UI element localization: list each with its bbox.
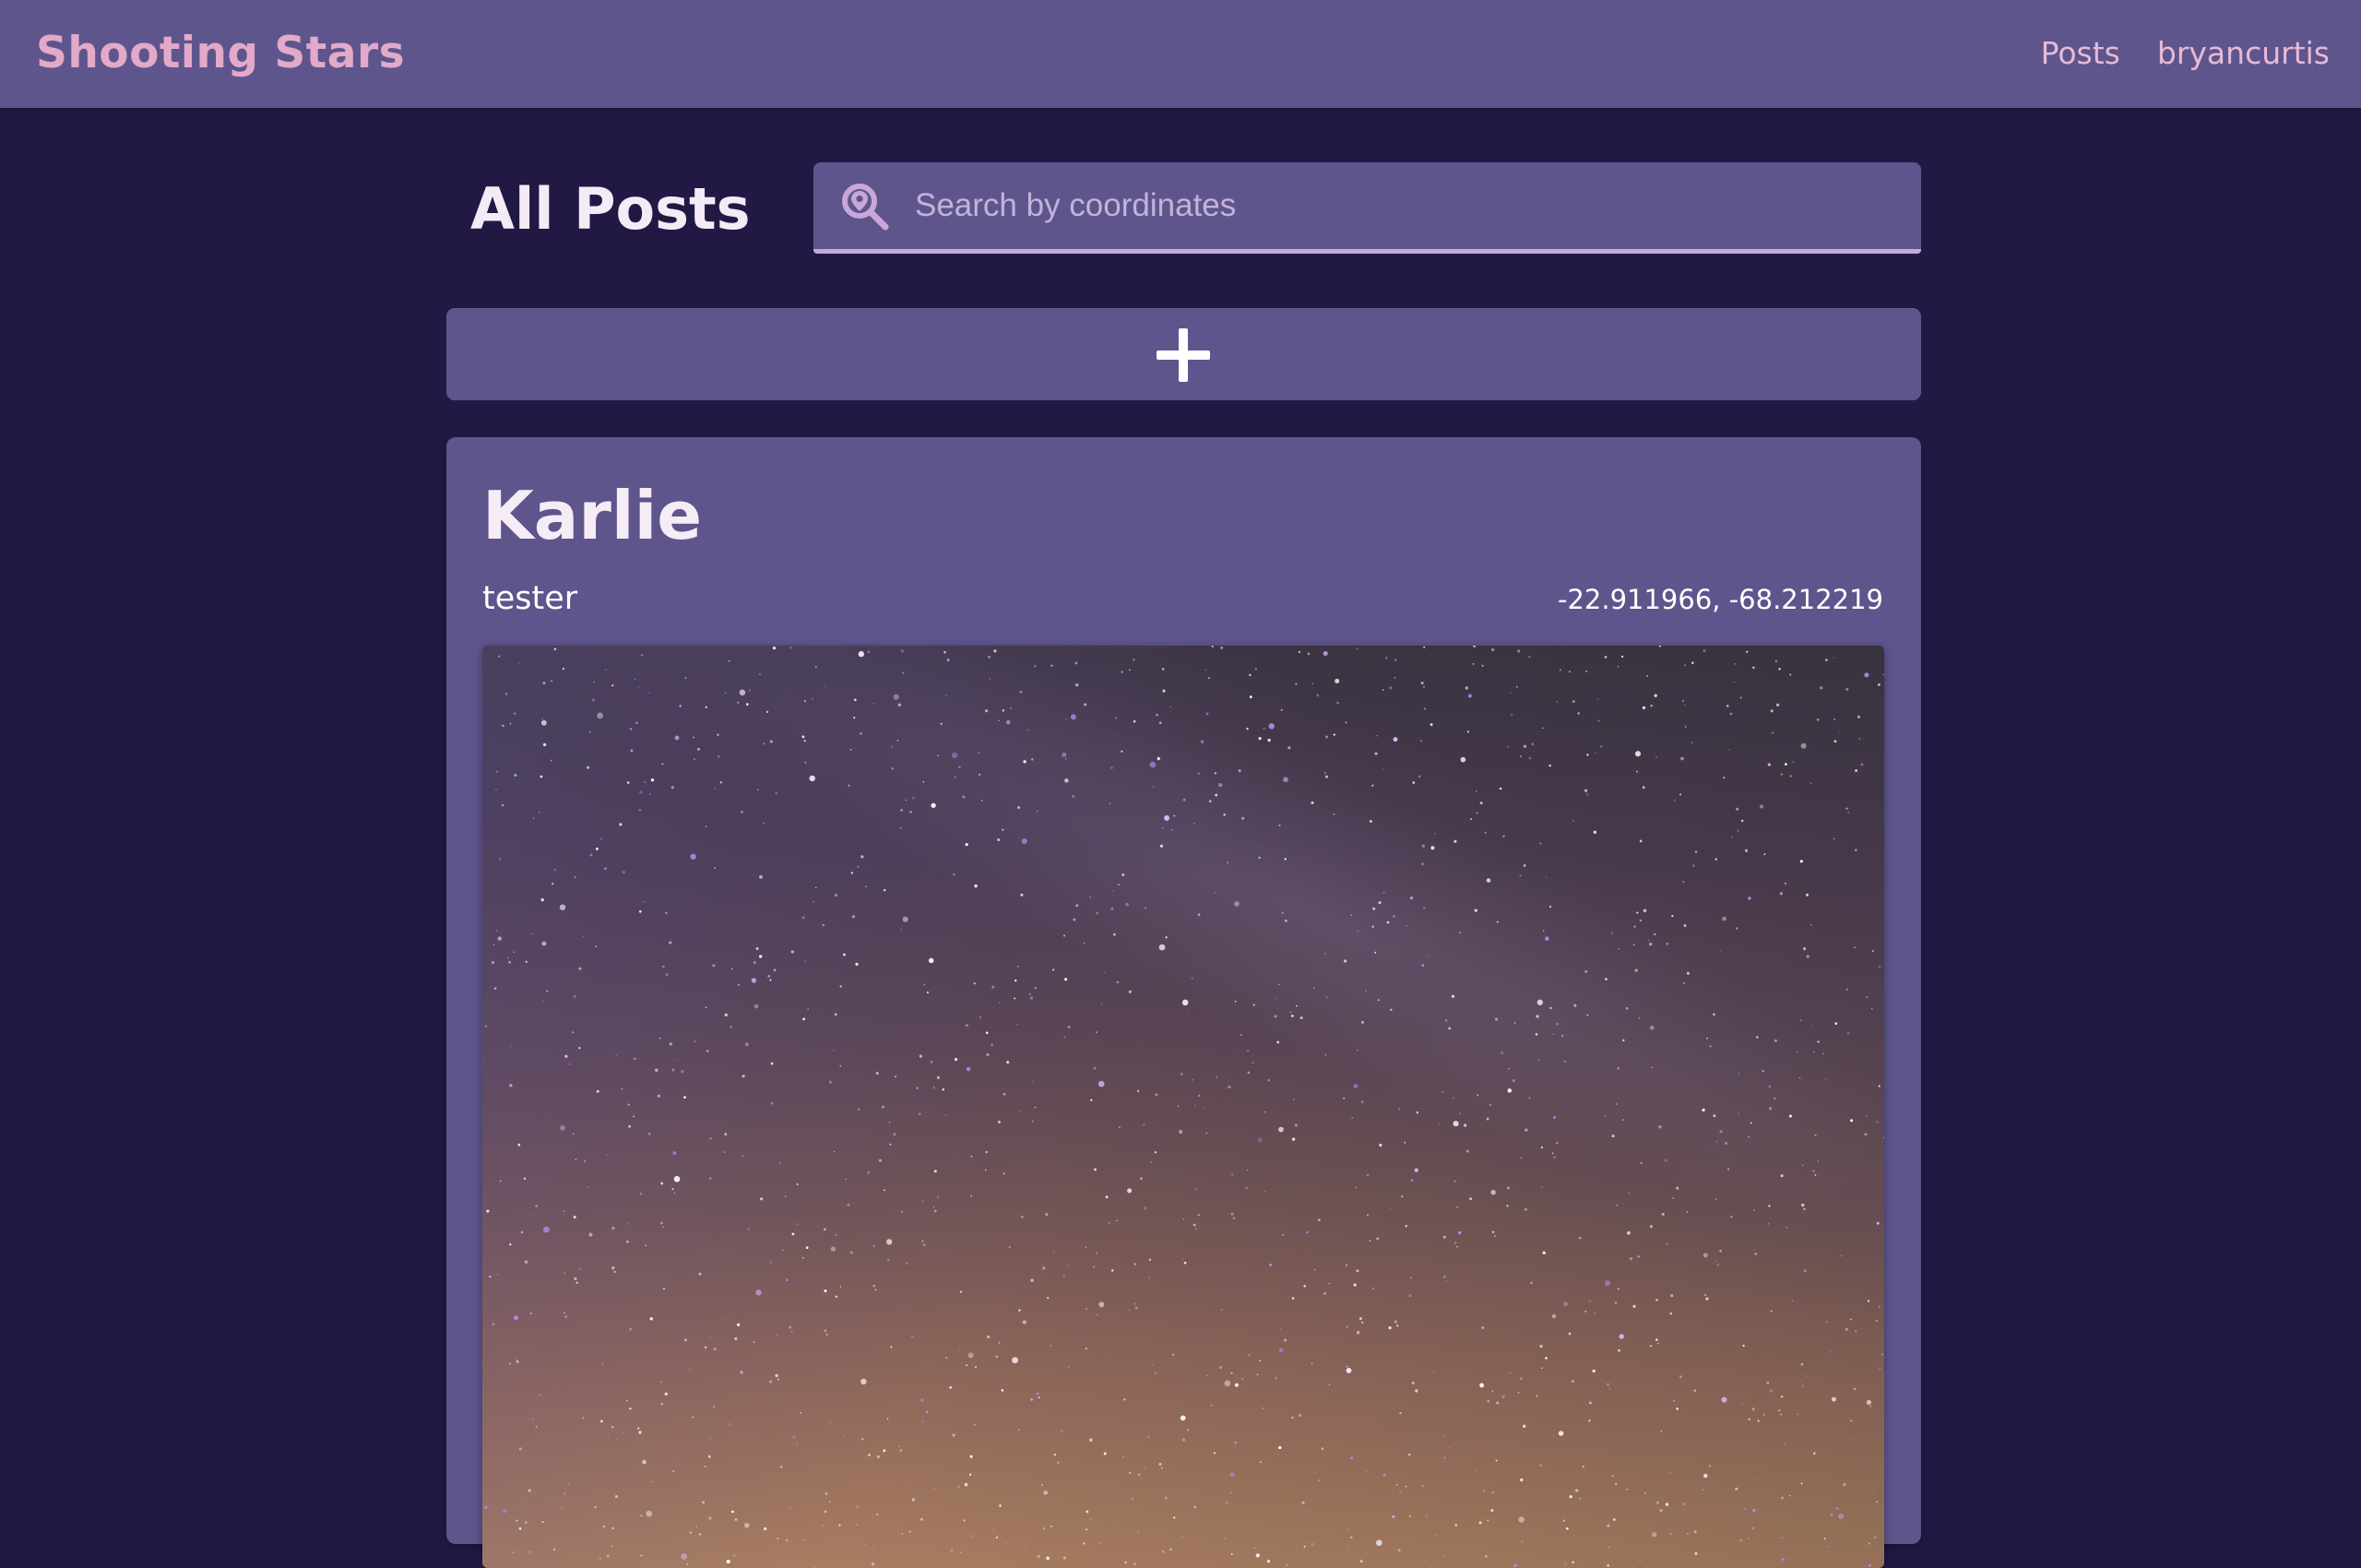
search-input[interactable] <box>913 175 1894 236</box>
nav-link-user-profile[interactable]: bryancurtis <box>2157 33 2330 74</box>
brand-logo-link[interactable]: Shooting Stars <box>36 25 405 82</box>
search-bar <box>813 162 1921 254</box>
post-author: tester <box>482 580 578 617</box>
page-title: All Posts <box>470 175 751 243</box>
post-card: Karlie tester -22.911966, -68.212219 <box>446 437 1921 1568</box>
nav-link-posts[interactable]: Posts <box>2041 33 2120 74</box>
plus-icon <box>1157 328 1210 382</box>
post-image <box>482 646 1884 1568</box>
post-coordinates: -22.911966, -68.212219 <box>1557 584 1883 615</box>
post-title: Karlie <box>482 477 703 554</box>
search-location-icon <box>839 181 891 232</box>
nav-links: Posts bryancurtis <box>2041 33 2330 74</box>
navbar: Shooting Stars Posts bryancurtis <box>0 0 2361 108</box>
add-post-button[interactable] <box>446 308 1921 400</box>
starfield <box>482 646 1884 1568</box>
